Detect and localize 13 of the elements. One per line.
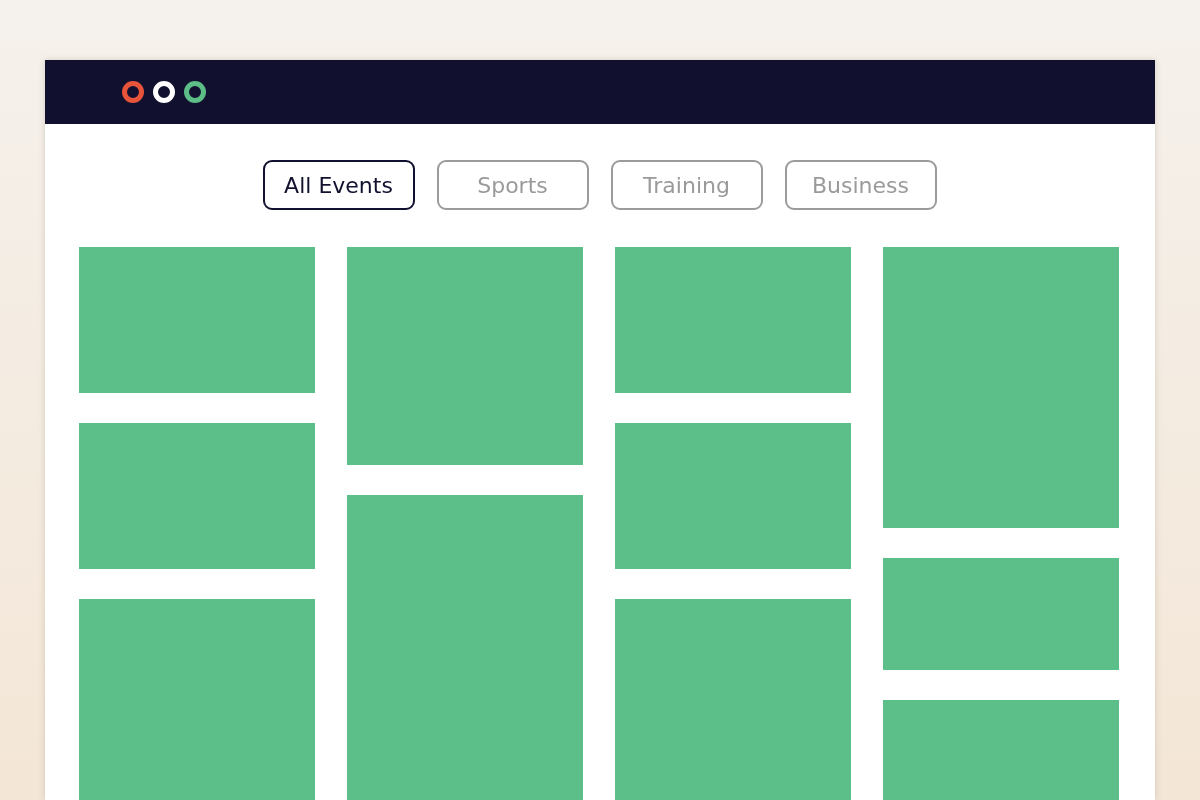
event-card[interactable] — [347, 247, 583, 465]
event-card[interactable] — [883, 247, 1119, 528]
event-card[interactable] — [615, 423, 851, 569]
window-control-icon[interactable] — [183, 80, 207, 104]
event-card[interactable] — [79, 247, 315, 393]
filter-tab[interactable]: Business — [784, 160, 937, 210]
filter-tab[interactable]: All Events — [262, 160, 415, 210]
event-card[interactable] — [347, 495, 583, 800]
filter-tab[interactable]: Sports — [436, 160, 589, 210]
event-card[interactable] — [883, 558, 1119, 670]
filter-tab[interactable]: Training — [610, 160, 763, 210]
event-card[interactable] — [79, 423, 315, 569]
event-card[interactable] — [615, 247, 851, 393]
